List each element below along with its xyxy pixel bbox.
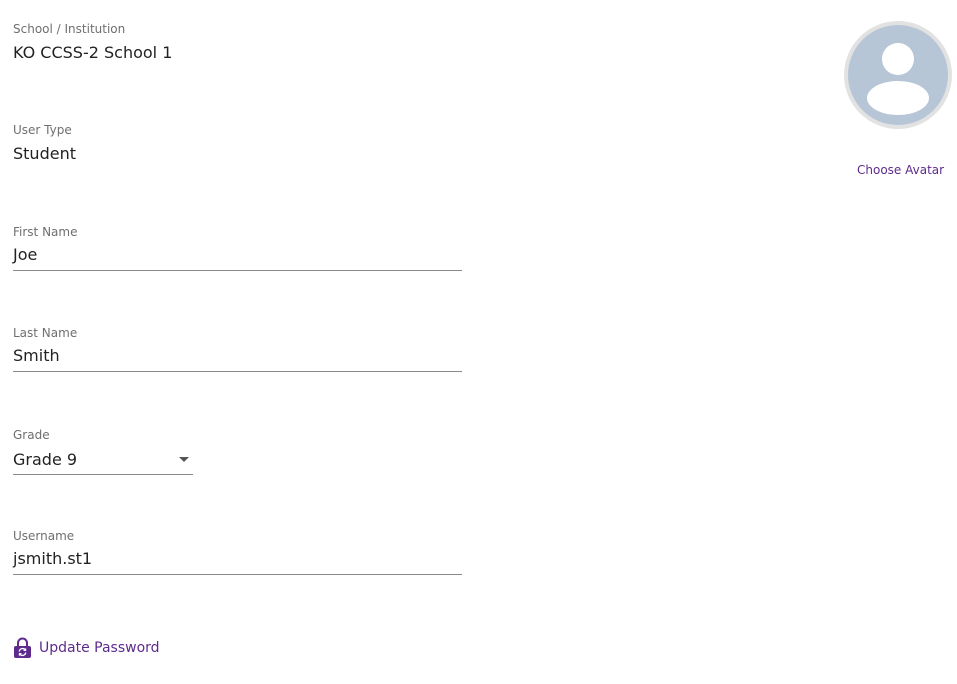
update-password-button[interactable]: Update Password xyxy=(13,637,160,659)
last-name-input[interactable]: Smith xyxy=(13,346,462,372)
grade-field: Grade Grade 9 xyxy=(13,428,193,475)
username-label: Username xyxy=(13,529,75,543)
username-value[interactable]: jsmith.st1 xyxy=(13,549,462,569)
last-name-field: Last Name Smith xyxy=(13,326,462,372)
profile-page: School / Institution KO CCSS-2 School 1 … xyxy=(0,0,957,684)
grade-select[interactable]: Grade 9 xyxy=(13,450,193,475)
grade-value[interactable]: Grade 9 xyxy=(13,450,193,470)
school-field: School / Institution KO CCSS-2 School 1 xyxy=(13,22,172,63)
last-name-value[interactable]: Smith xyxy=(13,346,462,366)
grade-label: Grade xyxy=(13,428,50,442)
user-type-field: User Type Student xyxy=(13,123,76,164)
lock-refresh-icon xyxy=(13,637,32,659)
avatar[interactable] xyxy=(844,21,952,129)
first-name-value[interactable]: Joe xyxy=(13,245,462,265)
first-name-label: First Name xyxy=(13,225,78,239)
username-input[interactable]: jsmith.st1 xyxy=(13,549,462,575)
school-value: KO CCSS-2 School 1 xyxy=(13,43,173,62)
username-field: Username jsmith.st1 xyxy=(13,529,462,575)
first-name-field: First Name Joe xyxy=(13,225,462,271)
dropdown-arrow-icon[interactable] xyxy=(179,457,189,462)
choose-avatar-link[interactable]: Choose Avatar xyxy=(857,163,944,177)
school-label: School / Institution xyxy=(13,22,126,36)
user-type-value: Student xyxy=(13,144,76,163)
update-password-label[interactable]: Update Password xyxy=(39,640,160,656)
first-name-input[interactable]: Joe xyxy=(13,245,462,271)
user-type-label: User Type xyxy=(13,123,72,137)
default-person-icon xyxy=(848,25,948,125)
last-name-label: Last Name xyxy=(13,326,78,340)
